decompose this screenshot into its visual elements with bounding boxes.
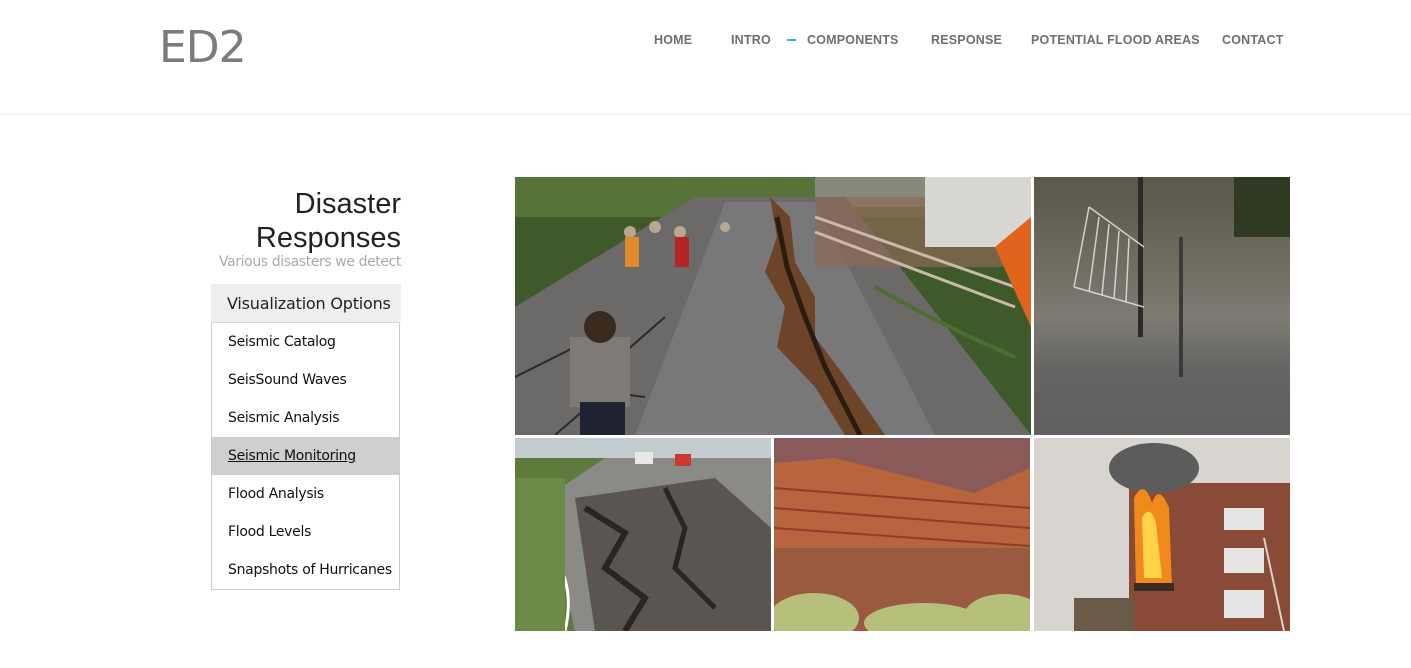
visualization-options-list: Seismic Catalog SeisSound Waves Seismic …	[211, 322, 400, 590]
red-canyon-picture	[774, 438, 1030, 631]
option-seismic-monitoring[interactable]: Seismic Monitoring	[212, 437, 399, 475]
gallery-image-flooded-fence[interactable]	[1034, 177, 1290, 435]
visualization-options-heading: Visualization Options	[211, 284, 401, 322]
option-seissound-waves[interactable]: SeisSound Waves	[212, 361, 399, 399]
gallery-image-burning-building[interactable]	[1034, 438, 1290, 631]
section-subtitle: Various disasters we detect	[219, 254, 401, 270]
main-nav: HOME INTRO COMPONENTS RESPONSE POTENTIAL…	[0, 33, 1411, 53]
option-snapshots-of-hurricanes[interactable]: Snapshots of Hurricanes	[212, 551, 399, 589]
gallery-image-cracked-road[interactable]	[515, 177, 1031, 435]
site-header: ED2 HOME INTRO COMPONENTS RESPONSE POTEN…	[0, 0, 1411, 115]
section-title: Disaster Responses	[200, 187, 401, 255]
collapsed-road-picture	[515, 438, 771, 631]
nav-home[interactable]: HOME	[654, 33, 692, 47]
option-seismic-catalog[interactable]: Seismic Catalog	[212, 323, 399, 361]
flooded-fence-picture	[1034, 177, 1290, 435]
nav-response[interactable]: RESPONSE	[931, 33, 1002, 47]
nav-intro[interactable]: INTRO	[731, 33, 771, 47]
burning-building-picture	[1034, 438, 1290, 631]
nav-contact[interactable]: CONTACT	[1222, 33, 1284, 47]
gallery-image-red-canyon[interactable]	[774, 438, 1030, 631]
section-title-line1: Disaster	[294, 188, 401, 220]
nav-components[interactable]: COMPONENTS	[807, 33, 899, 47]
section-title-line2: Responses	[255, 222, 401, 254]
gallery-image-collapsed-road[interactable]	[515, 438, 771, 631]
nav-active-indicator	[787, 39, 796, 41]
option-seismic-analysis[interactable]: Seismic Analysis	[212, 399, 399, 437]
option-flood-analysis[interactable]: Flood Analysis	[212, 475, 399, 513]
option-flood-levels[interactable]: Flood Levels	[212, 513, 399, 551]
nav-potential-flood-areas[interactable]: POTENTIAL FLOOD AREAS	[1031, 33, 1200, 47]
cracked-road-picture	[515, 177, 1031, 435]
